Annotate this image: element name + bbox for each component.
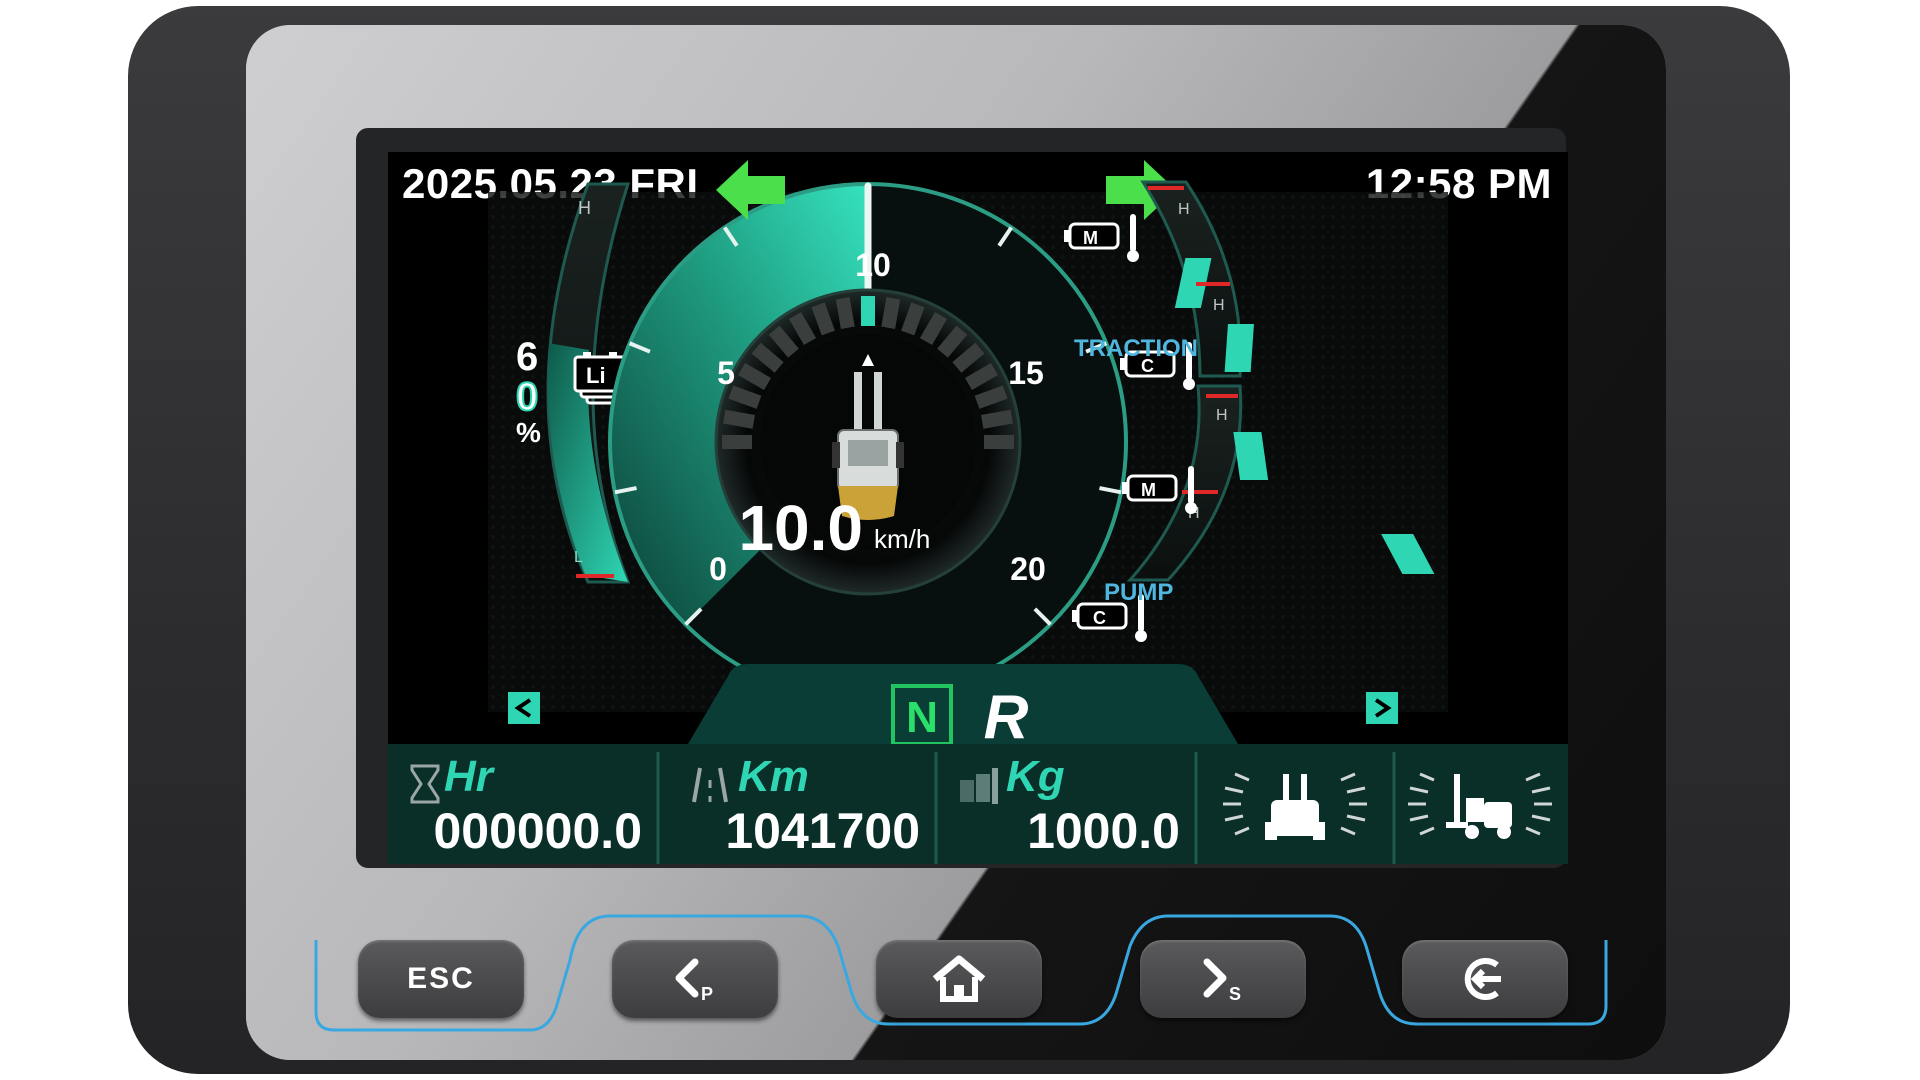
previous-sub-label: P	[701, 984, 713, 1004]
home-button[interactable]	[876, 940, 1042, 1018]
battery-low-label: L	[574, 549, 583, 566]
pump-motor-high-label: H	[1216, 407, 1228, 424]
hours-label: Hr	[444, 752, 493, 801]
next-button[interactable]: S	[1140, 940, 1306, 1018]
distance-value: 1041700	[725, 803, 920, 859]
gear-neutral: N	[906, 693, 938, 742]
esc-button[interactable]: ESC	[358, 940, 524, 1018]
chevron-left-icon: P	[675, 958, 713, 1004]
dashboard-screen: 2025.05.23 FRI 12:58 PM H L 6 0 % Li 10.…	[388, 152, 1568, 864]
previous-button[interactable]: P	[612, 940, 778, 1018]
inner-segment	[901, 302, 925, 336]
battery-percent-digit-2: 0	[516, 375, 538, 419]
home-icon	[932, 955, 986, 1002]
hours-stat: Hr 000000.0	[388, 744, 658, 864]
load-stat: Kg 1000.0	[936, 744, 1196, 864]
page-prev-icon[interactable]	[508, 692, 540, 724]
inner-segment	[974, 385, 1008, 409]
gear-reverse: R	[984, 683, 1029, 752]
inner-segment	[728, 385, 762, 409]
inner-segment	[835, 297, 855, 329]
gear-panel: N R	[688, 664, 1238, 752]
load-value: 1000.0	[1027, 803, 1180, 859]
inner-segment	[881, 297, 901, 329]
traction-controller-high-label: H	[1213, 297, 1225, 314]
speed-tick-label-20: 20	[1010, 551, 1046, 587]
next-sub-label: S	[1229, 984, 1241, 1004]
page-next-icon[interactable]	[1366, 692, 1398, 724]
speed-readout: 10.0	[738, 492, 863, 564]
speed-tick-label-5: 5	[717, 355, 735, 391]
speed-tick-label-0: 0	[709, 551, 727, 587]
enter-button[interactable]	[1402, 940, 1568, 1018]
inner-segment	[981, 409, 1013, 429]
chevron-right-icon: S	[1203, 958, 1241, 1004]
hours-value: 000000.0	[433, 803, 642, 859]
pump-controller-label: C	[1093, 608, 1106, 628]
traction-motor-label: M	[1083, 228, 1098, 248]
esc-label: ESC	[407, 962, 475, 995]
load-label: Kg	[1006, 752, 1065, 801]
distance-stat: Km 1041700	[658, 744, 936, 864]
traction-motor-high-label: H	[1178, 201, 1190, 218]
speed-tick-label-15: 15	[1008, 355, 1044, 391]
pump-label: PUMP	[1104, 579, 1173, 606]
battery-type-label: Li	[586, 363, 606, 388]
battery-percent-digit-1: 6	[516, 335, 538, 379]
enter-icon	[1464, 958, 1501, 1000]
pump-motor-label: M	[1141, 480, 1156, 500]
traction-controller-temp-bar	[1224, 324, 1254, 372]
battery-high-label: H	[578, 198, 591, 218]
traction-label: TRACTION	[1074, 335, 1198, 362]
speed-tick-label-10: 10	[855, 247, 891, 283]
inner-segment	[811, 302, 835, 336]
distance-label: Km	[738, 752, 809, 801]
speed-unit: km/h	[874, 524, 930, 554]
inner-segment	[723, 409, 755, 429]
battery-percent-sign: %	[516, 417, 541, 448]
